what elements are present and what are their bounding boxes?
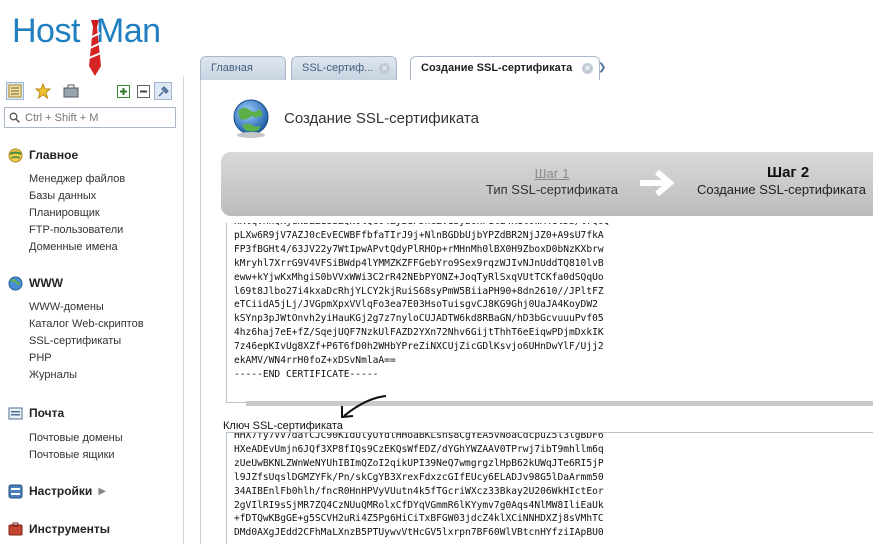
certificate-text: HKlqVHhQKjdNbEZ18SZQN0lQe04Zy21PDhCZV13y… [234, 223, 609, 380]
step-1-number[interactable]: Шаг 1 [469, 166, 635, 181]
tools-icon [8, 522, 23, 535]
logo-text-man: Man [95, 12, 161, 50]
chevron-right-icon: ▶ [98, 485, 107, 497]
step-1-label: Тип SSL-сертификата [486, 182, 618, 197]
step-2-label: Создание SSL-сертификата [697, 182, 866, 197]
close-tab-icon[interactable]: × [582, 63, 593, 74]
sidebar-item-domain-names[interactable]: Доменные имена [29, 239, 125, 256]
sidebar-item-mailboxes[interactable]: Почтовые ящики [29, 447, 123, 464]
sidebar-item-ssl-certificates[interactable]: SSL-сертификаты [29, 333, 144, 350]
step-2-number: Шаг 2 [767, 164, 810, 181]
wizard-step-1[interactable]: Шаг 1 Тип SSL-сертификата [469, 166, 635, 197]
sidebar-item-www-domains[interactable]: WWW-домены [29, 299, 144, 316]
sidebar-item-mail-domains[interactable]: Почтовые домены [29, 430, 123, 447]
sidebar-item-php[interactable]: PHP [29, 350, 144, 367]
menu-search[interactable] [4, 107, 176, 128]
sidebar-section-settings[interactable]: Настройки ▶ [8, 482, 106, 500]
tab-ssl-certificates[interactable]: SSL-сертиф... × [291, 56, 397, 80]
collapse-all-icon[interactable] [134, 82, 152, 100]
tie-icon [88, 20, 102, 76]
sidebar-section-www: WWW WWW-домены Каталог Web-скриптов SSL-… [8, 274, 144, 384]
sidebar-item-ftp-users[interactable]: FTP-пользователи [29, 222, 125, 239]
sidebar-item-file-manager[interactable]: Менеджер файлов [29, 171, 125, 188]
sidebar-section-mail-header[interactable]: Почта [8, 404, 123, 422]
briefcase-icon[interactable] [62, 82, 80, 100]
sidebar-section-tools-header[interactable]: Инструменты [8, 520, 110, 538]
sidebar-toolbar [4, 80, 178, 102]
ssl-key-text: HHX7fy7VV7dafCJC90KIdUlyUYdlHHoaBKLshs8C… [234, 432, 604, 539]
hostman-logo: Host Man [12, 10, 172, 76]
search-icon [9, 112, 20, 123]
tab-main[interactable]: Главная [200, 56, 286, 80]
search-input[interactable] [25, 110, 173, 125]
page-title: Создание SSL-сертификата [284, 110, 479, 127]
sidebar-section-mail: Почта Почтовые домены Почтовые ящики [8, 404, 123, 464]
wizard-step-2: Шаг 2 Создание SSL-сертификата [697, 164, 873, 197]
sidebar-section-main: Главное Менеджер файлов Базы данных План… [8, 146, 125, 256]
mail-icon [8, 407, 23, 419]
pin-icon[interactable] [154, 82, 172, 100]
sidebar-section-settings-header[interactable]: Настройки ▶ [8, 482, 106, 500]
expand-all-icon[interactable] [114, 82, 132, 100]
sidebar-item-web-scripts[interactable]: Каталог Web-скриптов [29, 316, 144, 333]
ssl-key-textarea[interactable]: HHX7fy7VV7dafCJC90KIdUlyUYdlHHoaBKLshs8C… [226, 432, 873, 544]
sidebar-item-databases[interactable]: Базы данных [29, 188, 125, 205]
tab-bar: Главная SSL-сертиф... × ❯ Создание SSL-с… [200, 56, 873, 81]
sidebar-item-scheduler[interactable]: Планировщик [29, 205, 125, 222]
ssl-key-label: Ключ SSL-сертификата [223, 420, 343, 432]
certificate-textarea[interactable]: HKlqVHhQKjdNbEZ18SZQN0lQe04Zy21PDhCZV13y… [226, 223, 873, 403]
globe-icon [8, 276, 23, 290]
sidebar-item-logs[interactable]: Журналы [29, 367, 144, 384]
sidebar-section-www-header[interactable]: WWW [8, 274, 144, 292]
sidebar-section-main-header[interactable]: Главное [8, 146, 125, 164]
sidebar: Главное Менеджер файлов Базы данных План… [0, 76, 184, 544]
tab-create-ssl-certificate[interactable]: Создание SSL-сертификата × [410, 56, 600, 81]
menu-tree-icon[interactable] [6, 82, 24, 100]
close-tab-icon[interactable]: × [379, 63, 390, 74]
logo-text-host: Host [12, 12, 80, 50]
ssl-globe-icon [233, 99, 269, 138]
arrow-right-icon [640, 169, 675, 197]
favorites-star-icon[interactable] [34, 82, 52, 100]
sidebar-section-tools[interactable]: Инструменты [8, 520, 110, 538]
settings-icon [8, 484, 23, 498]
globe-home-icon [8, 148, 23, 162]
wizard-steps: Шаг 1 Тип SSL-сертификата Шаг 2 Создание… [221, 152, 873, 216]
annotation-arrow-icon [341, 395, 387, 419]
